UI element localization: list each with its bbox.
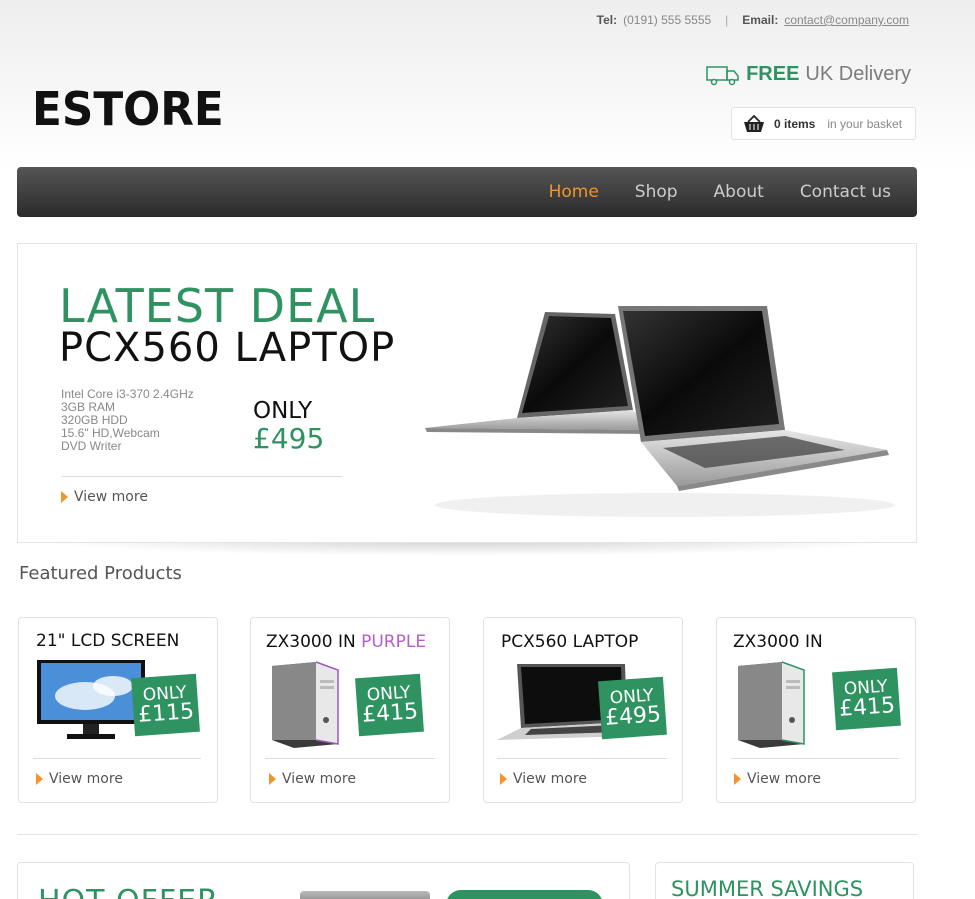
- hero-only-label: ONLY: [253, 398, 313, 424]
- email-label: Email:: [742, 13, 779, 27]
- hot-offer-heading: HOT OFFER: [38, 884, 219, 899]
- hero-price: £495: [253, 422, 325, 455]
- basket-summary[interactable]: 0 items in your basket: [731, 107, 916, 140]
- product-name: 21" LCD SCREEN: [36, 631, 180, 651]
- product-name: ZX3000 IN: [733, 632, 823, 652]
- card-divider: [731, 758, 899, 759]
- product-view-more[interactable]: View more: [36, 771, 123, 787]
- nav-contact[interactable]: Contact us: [800, 182, 891, 202]
- product-title: 21" LCD SCREEN: [36, 631, 179, 651]
- card-divider: [33, 758, 201, 759]
- hero-product-name: PCX560 LAPTOP: [59, 325, 396, 371]
- view-more-label: View more: [513, 771, 587, 787]
- arrow-right-icon: [500, 773, 507, 785]
- view-more-label: View more: [282, 771, 356, 787]
- product-name: PCX560 LAPTOP: [501, 632, 639, 652]
- pc-tower-image: [272, 661, 339, 748]
- hero-view-more[interactable]: View more: [61, 489, 148, 505]
- badge-price: £415: [361, 698, 419, 728]
- product-title: ZX3000 IN PURPLE: [266, 632, 426, 652]
- price-badge: ONLY £415: [832, 667, 901, 731]
- price-badge: ONLY £495: [598, 676, 667, 740]
- product-view-more[interactable]: View more: [734, 771, 821, 787]
- arrow-right-icon: [36, 773, 43, 785]
- email-link[interactable]: contact@company.com: [784, 13, 909, 27]
- product-title: ZX3000 IN: [733, 632, 823, 652]
- nav-about[interactable]: About: [714, 182, 764, 202]
- hot-offer-image: [300, 891, 430, 899]
- basket-label: in your basket: [827, 116, 903, 131]
- view-more-label: View more: [49, 771, 123, 787]
- arrow-right-icon: [61, 491, 68, 503]
- product-view-more[interactable]: View more: [269, 771, 356, 787]
- arrow-right-icon: [269, 773, 276, 785]
- tel-value: (0191) 555 5555: [623, 13, 712, 27]
- hero-divider: [61, 476, 342, 477]
- featured-heading: Featured Products: [19, 563, 182, 584]
- delivery-rest: UK Delivery: [805, 63, 911, 85]
- product-title: PCX560 LAPTOP: [501, 632, 638, 652]
- delivery-free: FREE: [746, 63, 800, 85]
- summer-savings-heading: SUMMER SAVINGS: [671, 877, 864, 899]
- arrow-right-icon: [734, 773, 741, 785]
- badge-price: £495: [604, 701, 662, 731]
- pc-tower-image: [738, 661, 805, 748]
- monitor-image: [37, 660, 145, 739]
- product-name-accent: PURPLE: [361, 632, 427, 652]
- card-divider: [497, 758, 667, 759]
- basket-icon: [744, 114, 764, 132]
- logo[interactable]: ESTORE: [32, 82, 224, 136]
- truck-icon: [706, 65, 739, 85]
- badge-price: £115: [137, 698, 195, 728]
- card-divider: [265, 758, 435, 759]
- spec-item: DVD Writer: [61, 439, 122, 453]
- hot-offer-button[interactable]: [446, 890, 603, 899]
- basket-count: 0 items: [774, 116, 816, 131]
- view-more-label: View more: [747, 771, 821, 787]
- hero-specs: Intel Core i3-370 2.4GHz 3GB RAM 320GB H…: [61, 388, 194, 453]
- section-divider: [17, 834, 917, 835]
- price-badge: ONLY £115: [131, 673, 200, 737]
- main-nav: Home Shop About Contact us: [17, 167, 917, 217]
- product-name: ZX3000 IN: [266, 632, 356, 652]
- nav-home[interactable]: Home: [549, 182, 599, 202]
- hero-laptops-image: [425, 306, 895, 517]
- view-more-label: View more: [74, 489, 148, 505]
- contact-separator: |: [725, 13, 729, 27]
- price-badge: ONLY £415: [355, 673, 424, 737]
- product-view-more[interactable]: View more: [500, 771, 587, 787]
- nav-shop[interactable]: Shop: [635, 182, 678, 202]
- tel-label: Tel:: [596, 13, 618, 27]
- delivery-notice: FREE UK Delivery: [706, 63, 911, 86]
- contact-bar: Tel: (0191) 555 5555 | Email: contact@co…: [597, 13, 909, 27]
- badge-price: £415: [838, 692, 896, 722]
